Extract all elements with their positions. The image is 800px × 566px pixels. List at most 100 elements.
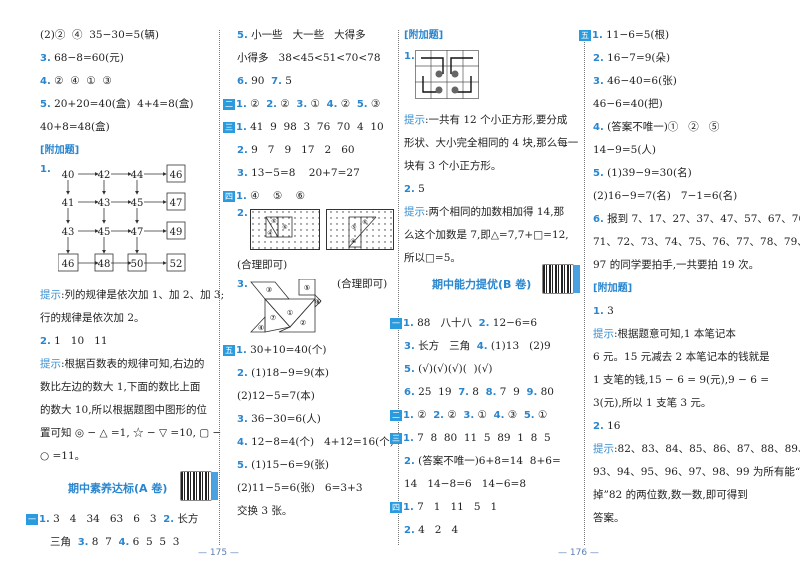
answer-text: ○ =11。 (40, 450, 86, 462)
arrow-grid-svg: 40 42 44 46 41 43 45 47 43 45 47 49 46 4… (58, 164, 186, 272)
answer-text: 置可知 ◎ − △ =1, ☆ − ▽ =10, ▢ − (40, 427, 222, 439)
item-number: 1. (236, 191, 247, 202)
answer-column-1: (2)② ④ 35−30=5(辆) 3. 68−8=60(元) 4. ② ④ ① ③… (26, 24, 224, 554)
item-number: 4. (476, 341, 488, 352)
answer-line: 6 元。15 元减去 2 本笔记本的钱就是 (593, 346, 793, 369)
answer-text: (1)18−9=9(本) (247, 367, 329, 379)
number-arrow-diagram: 1. 40 42 44 46 41 43 45 47 43 45 47 49 4… (40, 162, 215, 284)
item-number: 1. (403, 410, 414, 421)
answer-text: 长方 (174, 513, 199, 525)
answer-line: 掉”82 的两位数,数一数,即可得到 (593, 484, 793, 507)
answer-text: 36−30=6(人) (247, 413, 321, 425)
item-number: 1. (236, 345, 247, 356)
answer-text: 形状、大小完全相同的 4 块,那么每一 (404, 137, 579, 149)
qr-code[interactable] (180, 471, 218, 501)
answer-text: 6 5 5 3 (129, 536, 180, 548)
answer-line: 小得多 38<45<51<70<78 (237, 47, 392, 70)
section-badge: 二 (223, 98, 235, 110)
answer-line: 2. 4 2 4 (404, 519, 576, 542)
answer-line: 71、72、73、74、75、76、77、78、79、87、 (593, 231, 800, 254)
item-number: 2. (478, 318, 490, 329)
page-number-left: — 175 — (198, 548, 239, 558)
answer-line: 97 的同学要拍手,一共要拍 19 次。 (593, 254, 793, 277)
answer-text: 数比左边的数大 1,下面的数比上面 (40, 381, 201, 393)
answer-line: 一 1. 3 4 34 63 6 3 2. 长方 (26, 508, 215, 531)
hint-label: 提示 (40, 289, 61, 301)
answer-line: (2)12−5=7(本) (237, 385, 392, 408)
shape-label: ⑤ (351, 224, 356, 231)
answer-line: 二 1. ② 2. ② 3. ① 4. ② 5. ③ (223, 93, 392, 116)
answer-line: 93、94、95、96、97、98、99 为所有能“吃 (593, 461, 800, 484)
answer-line: ○ =11。 (40, 445, 215, 468)
answer-text: 13−5=8 20+7=27 (247, 167, 360, 179)
answer-text: 5 (414, 183, 425, 195)
item-number: 5. (523, 410, 535, 421)
answer-text: 7 9 (496, 386, 527, 398)
answer-text: 长方 三角 (414, 340, 477, 352)
answer-text: 6 元。15 元减去 2 本笔记本的钱就是 (593, 351, 770, 363)
answer-line: 5. 小一些 大一些 大得多 (237, 24, 392, 47)
item-number: 1. (403, 318, 414, 329)
answer-line: 置可知 ◎ − △ =1, ☆ − ▽ =10, ▢ − (40, 422, 221, 445)
section-badge: 五 (579, 29, 591, 41)
answer-text: :根据题意可知,1 本笔记本 (614, 328, 736, 340)
answer-column-3: [附加题] 1. 提示:一共有 12 个小正方形,要分成 形状、大小完全相同的 4… (390, 24, 580, 542)
answer-text: ② (246, 98, 267, 110)
answer-text: 答案。 (593, 512, 625, 524)
section-badge: 二 (390, 409, 402, 421)
answer-text: 交换 3 张。 (237, 505, 293, 517)
item-number: 2. (163, 514, 175, 525)
answer-text: ① (534, 409, 548, 421)
answer-text: 小得多 38<45<51<70<78 (237, 52, 381, 64)
question-number: 1. (404, 51, 415, 62)
answer-line: 的数大 10,所以根据题图中图形的位 (40, 399, 215, 422)
dot-grid-figures: 2. ⑥ ④ ⑥ ⑤ ⑥ ④ (237, 208, 394, 254)
answer-text: 68−8=60(元) (50, 52, 124, 64)
item-number: 4. (118, 537, 130, 548)
bonus-header: [附加题] (404, 30, 444, 41)
answer-text: 所以□=5。 (404, 252, 461, 264)
answer-text: 11−6=5(根) (602, 29, 670, 41)
answer-text: (√)(√)(√)( )(√) (414, 363, 493, 375)
answer-line: [附加题] (40, 139, 215, 162)
answer-text: 12−8=4(个) 4+12=16(个) (247, 436, 394, 448)
hint-label: 提示 (593, 328, 614, 340)
piece-label: ⑤ (304, 284, 310, 292)
answer-text: :82、83、84、85、86、87、88、89、92、 (614, 443, 800, 455)
item-number: 1. (39, 514, 50, 525)
hint-label: 提示 (593, 443, 614, 455)
section-title: 期中能力提优(B 卷) (432, 278, 532, 291)
item-number: 4. (493, 410, 505, 421)
answer-line: 么这个加数是 7,即△=7,7+□=12, (404, 224, 576, 247)
answer-line: 答案。 (593, 507, 793, 530)
answer-text: 9 7 9 17 2 60 (247, 144, 355, 156)
answer-text: 20+20=40(盒) 4+4=8(盒) (50, 98, 194, 110)
item-number: 2. (237, 145, 248, 156)
answer-text: 30+10=40(个) (246, 344, 327, 356)
item-number: 4. (326, 99, 338, 110)
shape-label: ⑥ (362, 219, 367, 226)
shape-label: ④ (267, 230, 272, 237)
qr-code[interactable] (542, 264, 580, 294)
answer-text: ③ (504, 409, 524, 421)
answer-line: 提示:82、83、84、85、86、87、88、89、92、 (593, 438, 800, 461)
item-number: 1. (403, 433, 414, 444)
answer-line: 二 1. ② 2. ② 3. ① 4. ③ 5. ① (390, 404, 576, 427)
answer-text: 25 19 (414, 386, 459, 398)
answer-line: 一 1. 88 八十八 2. 12−6=6 (390, 312, 576, 335)
answer-line: (合理即可) (237, 254, 392, 277)
page-number-right: — 176 — (558, 548, 599, 558)
section-title: 期中素养达标(A 卷) (68, 482, 168, 495)
item-number: 5. (237, 30, 248, 41)
answer-text: (答案不唯一)① ② ⑤ (603, 121, 720, 133)
answer-text: 41 9 98 3 76 70 4 10 (246, 121, 384, 133)
bonus-header: [附加题] (593, 283, 633, 294)
item-number: 4. (40, 76, 51, 87)
answer-text: 93、94、95、96、97、98、99 为所有能“吃 (593, 466, 800, 478)
answer-line: [附加题] (404, 24, 576, 47)
item-number: 9. (526, 387, 538, 398)
answer-text: 3(元),所以 1 支笔 3 元。 (593, 397, 712, 409)
column-divider (584, 30, 585, 545)
piece-label: ② (300, 319, 306, 327)
answer-text: (答案不唯一)6+8=14 8+6= (414, 455, 561, 467)
